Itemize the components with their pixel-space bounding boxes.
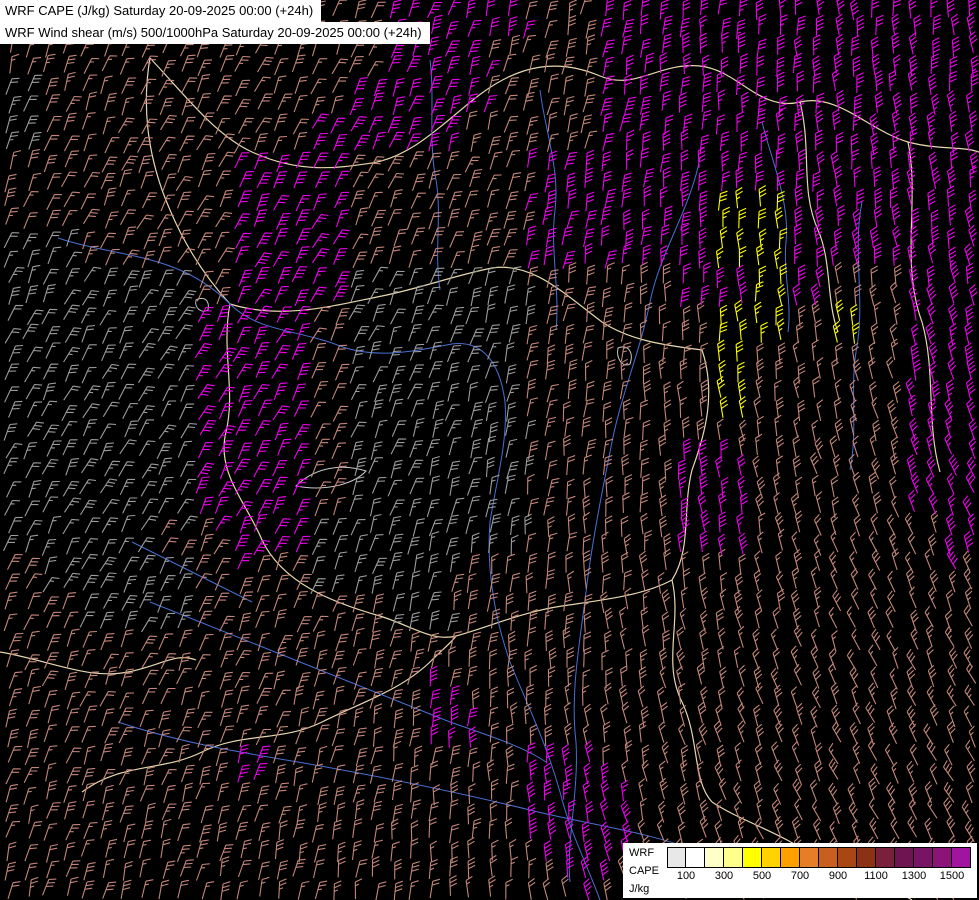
legend-tick-label: 1100: [864, 870, 888, 882]
legend-tick-label: 100: [676, 870, 696, 882]
wind-barbs-layer: [3, 0, 979, 900]
legend-labels: WRF CAPE J/kg: [629, 847, 667, 895]
legend-model-label: WRF: [629, 847, 655, 859]
legend-color-swatch: [686, 847, 705, 868]
legend-color-swatch: [819, 847, 838, 868]
legend-color-swatch: [952, 847, 971, 868]
legend-color-swatch: [876, 847, 895, 868]
river: [568, 157, 701, 883]
legend-color-swatch: [800, 847, 819, 868]
legend-color-swatch: [857, 847, 876, 868]
legend-color-swatch: [838, 847, 857, 868]
legend-tick-label: 1500: [939, 870, 965, 882]
legend-color-swatch: [743, 847, 762, 868]
country-border: [229, 266, 703, 351]
legend-color-swatch: [705, 847, 724, 868]
lake-outline: [617, 346, 632, 366]
legend-tick-label: 900: [828, 870, 848, 882]
cape-legend: WRF CAPE J/kg 100 300 500 700 900 1100 1300 150…: [623, 843, 977, 898]
legend-units-label: J/kg: [629, 883, 650, 895]
legend-tick-label: 1300: [901, 870, 927, 882]
title-cape: WRF CAPE (J/kg) Saturday 20-09-2025 00:0…: [0, 0, 322, 22]
legend-color-swatch: [667, 847, 686, 868]
legend-tick-label: 300: [714, 870, 734, 882]
country-border: [907, 141, 941, 473]
river: [57, 237, 601, 900]
legend-color-swatch: [895, 847, 914, 868]
legend-colorbar: [667, 847, 971, 868]
legend-color-swatch: [724, 847, 743, 868]
legend-variable-label: CAPE: [629, 865, 659, 877]
legend-scale: 100 300 500 700 900 1100 1300 1500: [667, 847, 971, 895]
legend-color-swatch: [762, 847, 781, 868]
legend-color-swatch: [781, 847, 800, 868]
weather-map-view: WRF CAPE (J/kg) Saturday 20-09-2025 00:0…: [0, 0, 979, 900]
legend-color-swatch: [914, 847, 933, 868]
legend-color-swatch: [933, 847, 952, 868]
title-wind-shear: WRF Wind shear (m/s) 500/1000hPa Saturda…: [0, 22, 430, 44]
legend-ticks: 100 300 500 700 900 1100 1300 1500: [667, 870, 971, 885]
river: [761, 121, 790, 333]
wind-barbs: [3, 0, 977, 900]
titlebar: WRF CAPE (J/kg) Saturday 20-09-2025 00:0…: [0, 0, 430, 44]
legend-tick-label: 500: [752, 870, 772, 882]
legend-tick-label: 700: [790, 870, 810, 882]
weather-map-canvas: [0, 0, 979, 900]
